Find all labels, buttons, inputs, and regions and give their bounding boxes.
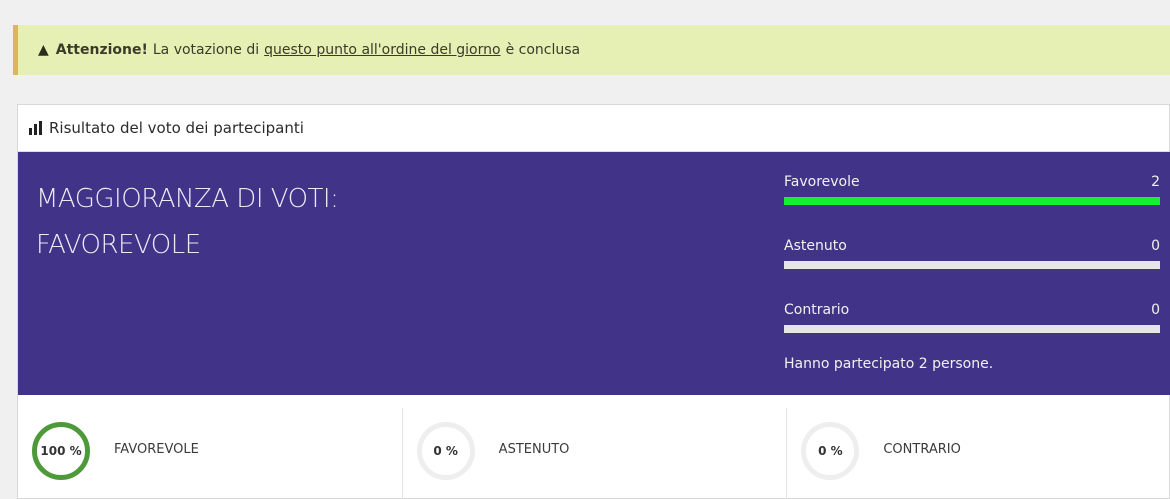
summary-contrario: 0 % CONTRARIO: [787, 408, 1170, 499]
alert-text-before: La votazione di: [152, 42, 260, 58]
vote-progress-bar: [784, 197, 1160, 205]
vote-result-panel: Risultato del voto dei partecipanti MAGG…: [17, 104, 1170, 499]
bar-chart-icon: [29, 121, 42, 135]
alert-banner: ▲ Attenzione! La votazione di questo pun…: [13, 25, 1170, 75]
vote-breakdown: Favorevole 2 Astenuto 0 Contrario 0: [784, 174, 1160, 366]
participants-text: Hanno partecipato 2 persone.: [784, 356, 994, 372]
alert-text-after: è conclusa: [505, 42, 581, 58]
vote-row-favorevole: Favorevole 2: [784, 174, 1160, 238]
agenda-item-link[interactable]: questo punto all'ordine del giorno: [264, 42, 500, 58]
vote-progress-bar: [784, 325, 1160, 333]
alert-title: Attenzione!: [55, 42, 148, 58]
majority-line-2: FAVOREVOLE: [36, 230, 201, 260]
vote-progress-fill: [784, 197, 1160, 205]
vote-progress-bar: [784, 261, 1160, 269]
result-box: MAGGIORANZA DI VOTI: FAVOREVOLE Favorevo…: [18, 152, 1170, 395]
warning-icon: ▲: [38, 42, 49, 58]
percent-summary: 100 % FAVOREVOLE 0 % ASTENUTO 0 % CONTRA…: [18, 408, 1170, 499]
panel-title: Risultato del voto dei partecipanti: [49, 119, 304, 137]
summary-astenuto: 0 % ASTENUTO: [403, 408, 788, 499]
majority-line-1: MAGGIORANZA DI VOTI:: [36, 184, 339, 214]
percent-ring: 0 %: [416, 422, 475, 480]
summary-label: FAVOREVOLE: [114, 442, 199, 457]
vote-count: 0: [1151, 238, 1160, 254]
vote-count: 2: [1151, 174, 1160, 190]
vote-row-astenuto: Astenuto 0: [784, 238, 1160, 302]
vote-label: Astenuto: [784, 238, 847, 254]
vote-label: Favorevole: [784, 174, 860, 190]
summary-favorevole: 100 % FAVOREVOLE: [18, 408, 403, 499]
percent-ring: 0 %: [801, 422, 860, 480]
percent-ring: 100 %: [32, 422, 90, 480]
summary-label: CONTRARIO: [883, 442, 961, 457]
vote-label: Contrario: [784, 302, 850, 318]
summary-label: ASTENUTO: [498, 442, 570, 457]
panel-heading: Risultato del voto dei partecipanti: [18, 105, 1169, 152]
vote-count: 0: [1151, 302, 1160, 318]
majority-heading: MAGGIORANZA DI VOTI: FAVOREVOLE: [36, 176, 736, 268]
